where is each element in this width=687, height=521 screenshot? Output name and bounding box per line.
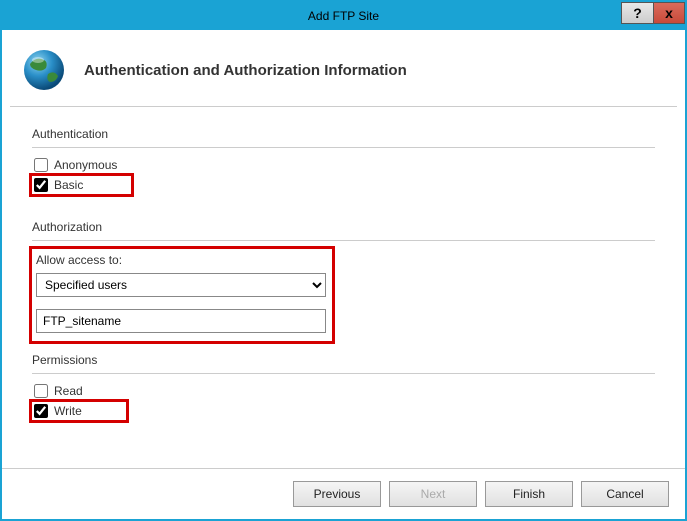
titlebar: Add FTP Site ? x bbox=[2, 2, 685, 30]
body-area: Authentication Anonymous Basic Authoriza… bbox=[2, 107, 685, 468]
read-checkbox-row[interactable]: Read bbox=[32, 382, 87, 400]
globe-icon bbox=[20, 46, 68, 94]
finish-button[interactable]: Finish bbox=[485, 481, 573, 507]
permissions-label: Permissions bbox=[32, 353, 655, 367]
anonymous-label: Anonymous bbox=[54, 158, 117, 172]
page-heading: Authentication and Authorization Informa… bbox=[84, 62, 407, 79]
authentication-divider bbox=[32, 147, 655, 148]
next-button[interactable]: Next bbox=[389, 481, 477, 507]
write-checkbox[interactable] bbox=[34, 404, 48, 418]
allow-access-label: Allow access to: bbox=[36, 253, 326, 267]
dialog-window: Add FTP Site ? x bbox=[0, 0, 687, 521]
allow-access-select[interactable]: Specified users bbox=[36, 273, 326, 297]
basic-checkbox[interactable] bbox=[34, 178, 48, 192]
write-label: Write bbox=[54, 404, 82, 418]
content-area: Authentication and Authorization Informa… bbox=[2, 30, 685, 519]
cancel-button[interactable]: Cancel bbox=[581, 481, 669, 507]
authorization-divider bbox=[32, 240, 655, 241]
previous-button[interactable]: Previous bbox=[293, 481, 381, 507]
read-label: Read bbox=[54, 384, 83, 398]
anonymous-checkbox[interactable] bbox=[34, 158, 48, 172]
help-button[interactable]: ? bbox=[621, 2, 653, 24]
allow-access-select-wrap: Specified users bbox=[36, 273, 326, 297]
close-icon: x bbox=[665, 5, 673, 21]
authentication-group: Authentication Anonymous Basic bbox=[32, 127, 655, 194]
basic-checkbox-row[interactable]: Basic bbox=[32, 176, 131, 194]
permissions-group: Permissions Read Write bbox=[32, 353, 655, 420]
permissions-divider bbox=[32, 373, 655, 374]
anonymous-checkbox-row[interactable]: Anonymous bbox=[32, 156, 121, 174]
authentication-label: Authentication bbox=[32, 127, 655, 141]
allow-access-block: Allow access to: Specified users bbox=[32, 249, 332, 341]
titlebar-buttons: ? x bbox=[621, 2, 685, 24]
help-icon: ? bbox=[633, 5, 642, 21]
close-button[interactable]: x bbox=[653, 2, 685, 24]
users-input[interactable] bbox=[36, 309, 326, 333]
footer-buttons: Previous Next Finish Cancel bbox=[2, 468, 685, 519]
authorization-label: Authorization bbox=[32, 220, 655, 234]
page-header: Authentication and Authorization Informa… bbox=[2, 30, 685, 106]
authorization-group: Authorization Allow access to: Specified… bbox=[32, 220, 655, 341]
basic-label: Basic bbox=[54, 178, 83, 192]
write-checkbox-row[interactable]: Write bbox=[32, 402, 126, 420]
read-checkbox[interactable] bbox=[34, 384, 48, 398]
window-title: Add FTP Site bbox=[2, 9, 685, 23]
